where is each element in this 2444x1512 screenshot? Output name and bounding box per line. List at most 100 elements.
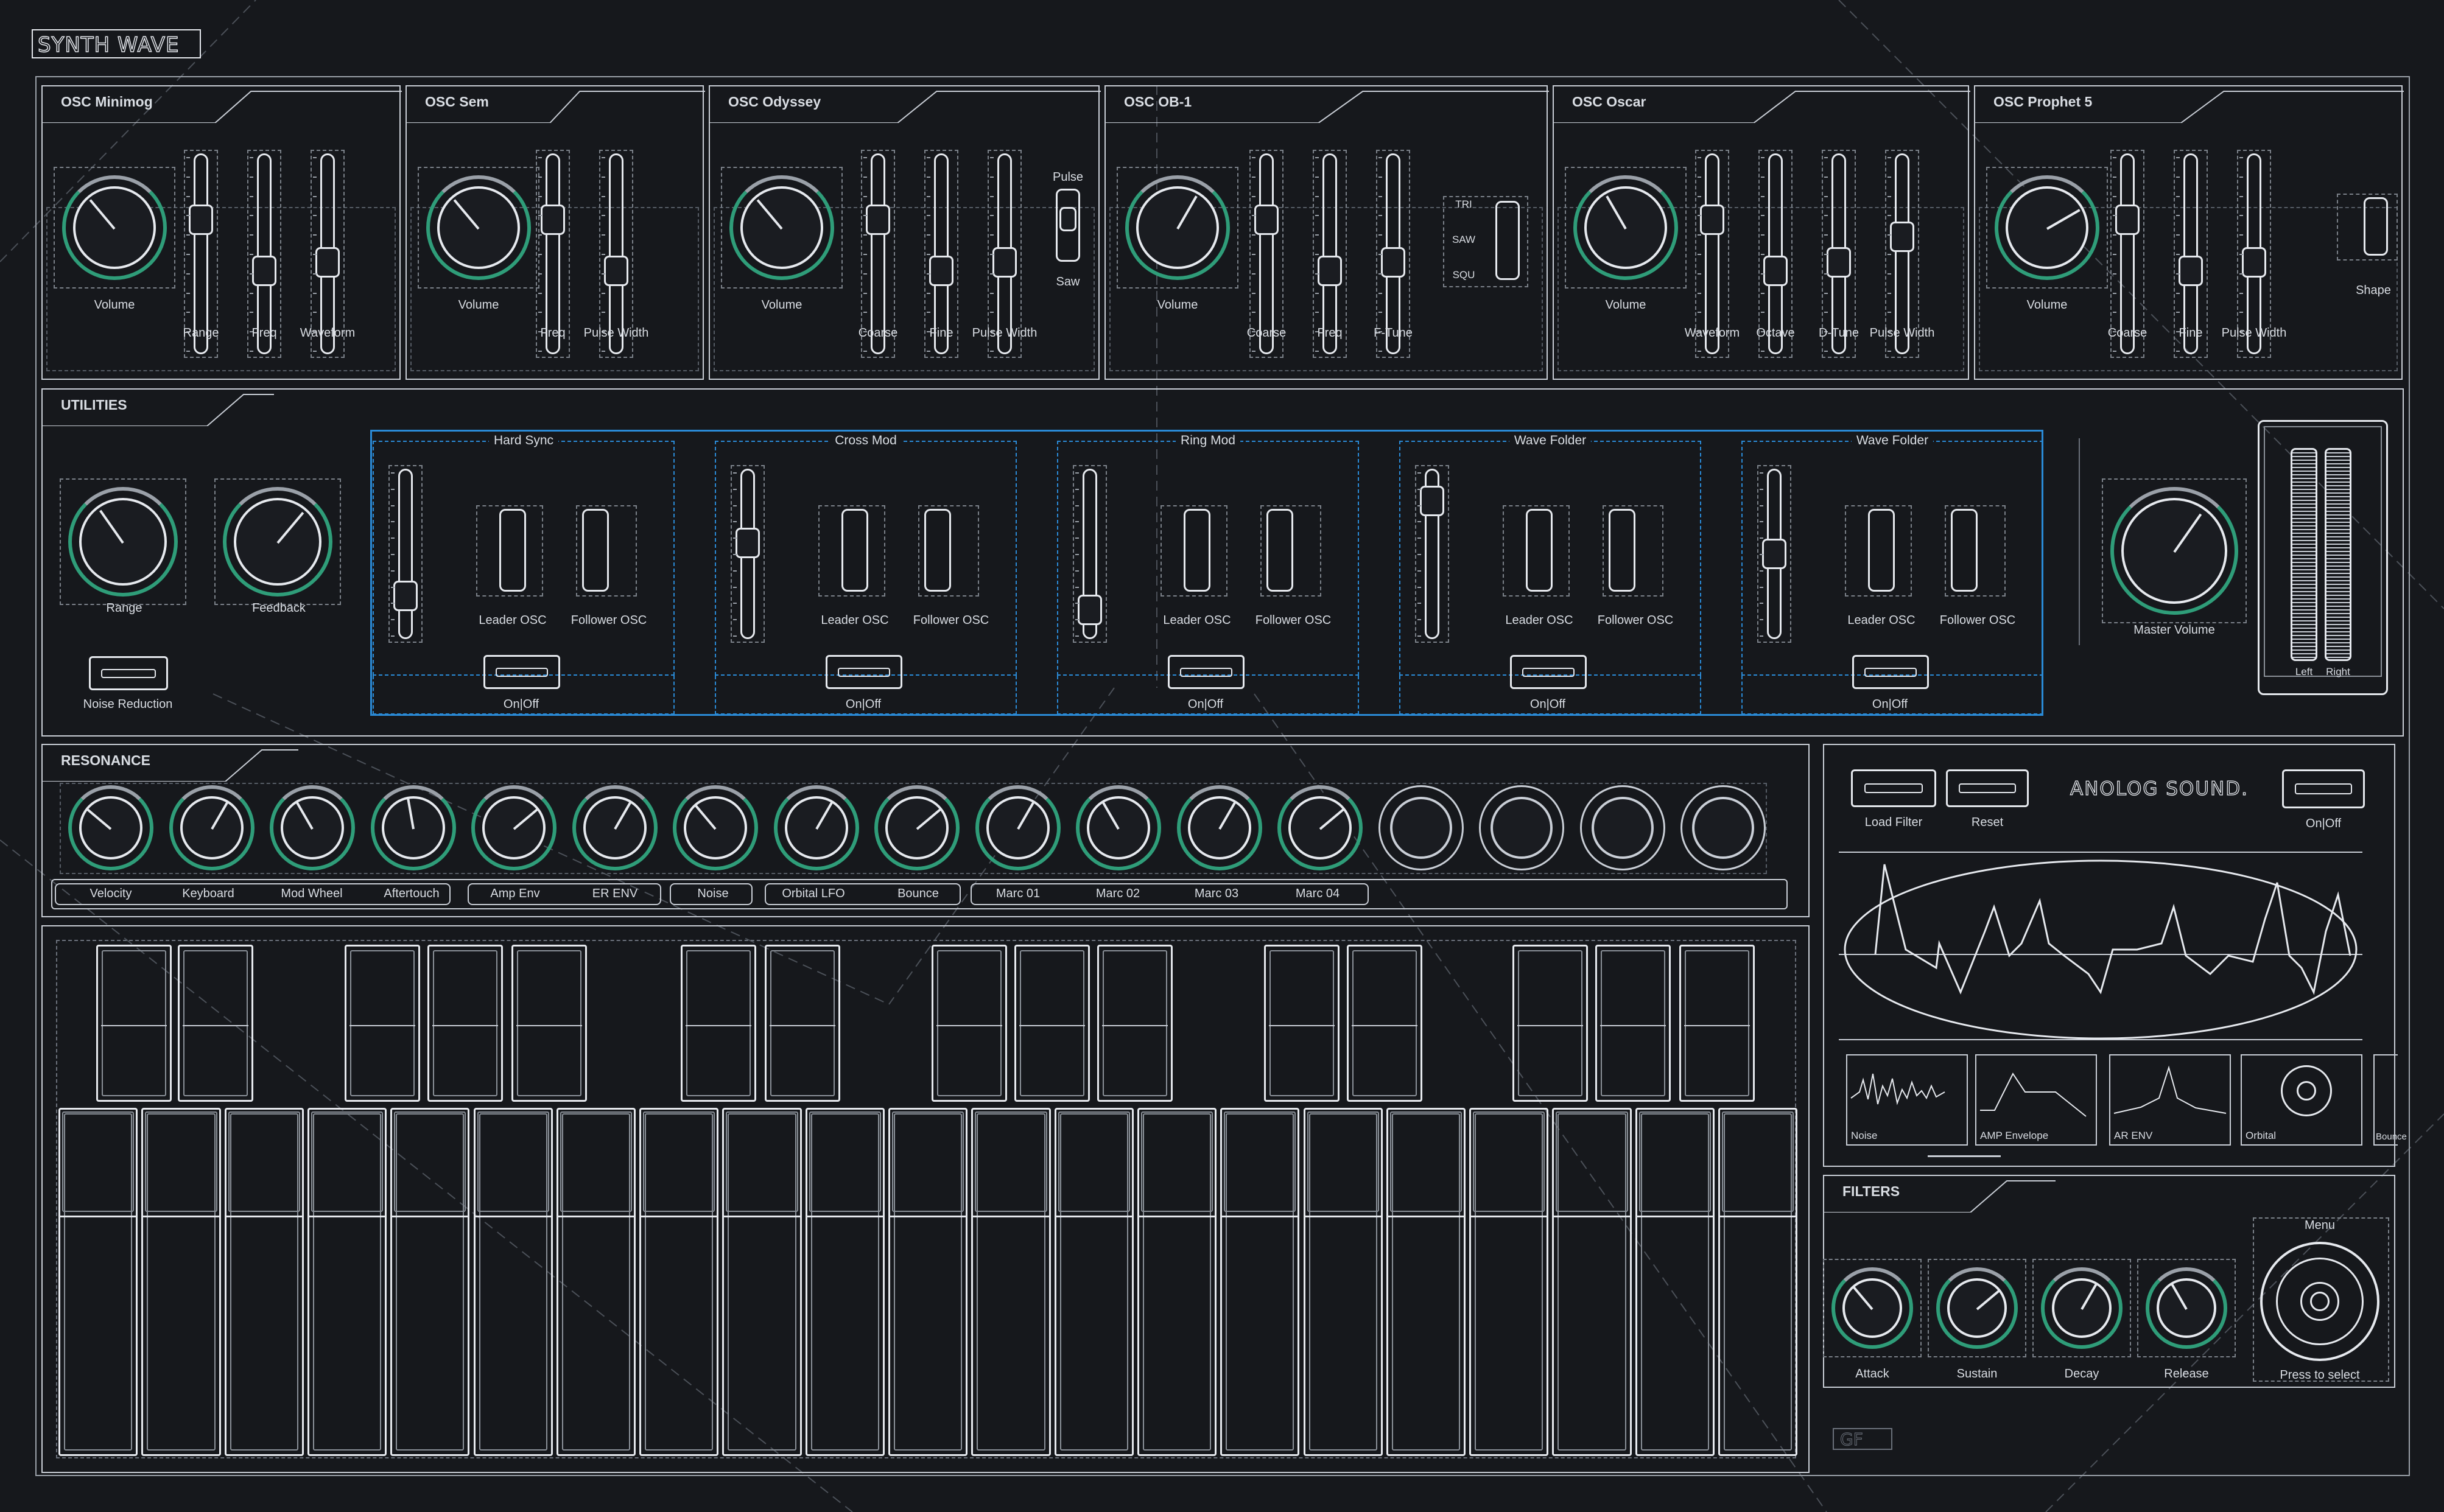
black-key[interactable]: [1512, 945, 1588, 1102]
display-power-button[interactable]: [2282, 769, 2365, 808]
osc-volume-knob[interactable]: [62, 175, 167, 280]
black-key[interactable]: [1347, 945, 1422, 1102]
leader-osc-switch[interactable]: [499, 509, 526, 592]
osc-slider[interactable]: [2183, 153, 2198, 354]
black-key[interactable]: [345, 945, 420, 1102]
resonance-knob[interactable]: [975, 785, 1061, 870]
osc-slider[interactable]: [609, 153, 623, 354]
menu-dial[interactable]: [2260, 1242, 2379, 1361]
osc-slider-thumb[interactable]: [929, 256, 953, 286]
osc-slider-thumb[interactable]: [604, 256, 628, 286]
follower-osc-switch[interactable]: [1609, 509, 1635, 592]
osc-slider[interactable]: [194, 153, 208, 354]
black-key[interactable]: [681, 945, 756, 1102]
resonance-knob[interactable]: [773, 785, 859, 870]
resonance-knob[interactable]: [874, 785, 960, 870]
filter-knob-decay[interactable]: [2041, 1267, 2123, 1349]
osc-slider[interactable]: [1259, 153, 1274, 354]
utility-toggle-button[interactable]: [1852, 655, 1929, 689]
black-key[interactable]: [511, 945, 587, 1102]
utility-toggle-button[interactable]: [826, 655, 902, 689]
osc-slider[interactable]: [257, 153, 272, 354]
utility-amount-slider-thumb[interactable]: [1762, 539, 1786, 569]
osc-slider-thumb[interactable]: [1763, 256, 1788, 286]
leader-osc-switch[interactable]: [1184, 509, 1210, 592]
black-key[interactable]: [178, 945, 253, 1102]
resonance-knob[interactable]: [471, 785, 557, 870]
resonance-knob[interactable]: [270, 785, 355, 870]
filter-thumbnail[interactable]: AMP Envelope: [1975, 1054, 2097, 1146]
osc-slider-thumb[interactable]: [1254, 205, 1279, 235]
resonance-knob[interactable]: [1680, 785, 1766, 870]
utility-amount-slider-thumb[interactable]: [1078, 595, 1102, 625]
osc-slider-thumb[interactable]: [1381, 247, 1405, 278]
leader-osc-switch[interactable]: [1526, 509, 1553, 592]
load-filter-button[interactable]: [1851, 769, 1936, 807]
black-key[interactable]: [1595, 945, 1671, 1102]
resonance-knob[interactable]: [370, 785, 456, 870]
resonance-knob[interactable]: [1176, 785, 1262, 870]
resonance-knob[interactable]: [673, 785, 758, 870]
utility-toggle-button[interactable]: [1168, 655, 1245, 689]
osc-slider[interactable]: [1768, 153, 1783, 354]
black-key[interactable]: [1679, 945, 1755, 1102]
black-key[interactable]: [765, 945, 840, 1102]
black-key[interactable]: [96, 945, 172, 1102]
filter-knob-sustain[interactable]: [1936, 1267, 2018, 1349]
follower-osc-switch[interactable]: [924, 509, 951, 592]
resonance-knob[interactable]: [1579, 785, 1665, 870]
black-key[interactable]: [1264, 945, 1340, 1102]
osc-slider-thumb[interactable]: [189, 205, 213, 235]
osc-slider-thumb[interactable]: [992, 247, 1017, 278]
leader-osc-switch[interactable]: [1868, 509, 1895, 592]
filter-thumbnail[interactable]: Noise: [1846, 1054, 1968, 1146]
filter-knob-release[interactable]: [2146, 1267, 2227, 1349]
follower-osc-switch[interactable]: [582, 509, 609, 592]
resonance-knob[interactable]: [1277, 785, 1363, 870]
master-volume-knob[interactable]: [2110, 487, 2238, 615]
follower-osc-switch[interactable]: [1951, 509, 1978, 592]
osc-slider[interactable]: [1322, 153, 1337, 354]
osc-slider-thumb[interactable]: [1827, 247, 1851, 278]
filter-thumbnail[interactable]: Bounce: [2373, 1054, 2407, 1146]
osc-slider[interactable]: [934, 153, 949, 354]
osc-slider-thumb[interactable]: [252, 256, 276, 286]
utility-toggle-button[interactable]: [1510, 655, 1587, 689]
follower-osc-switch[interactable]: [1266, 509, 1293, 592]
utility-amount-slider-thumb[interactable]: [736, 527, 760, 558]
resonance-knob[interactable]: [1378, 785, 1464, 870]
black-key[interactable]: [427, 945, 503, 1102]
osc-slider-thumb[interactable]: [866, 205, 890, 235]
osc-slider[interactable]: [546, 153, 560, 354]
reset-button[interactable]: [1946, 769, 2029, 807]
resonance-knob[interactable]: [68, 785, 153, 870]
osc-volume-knob[interactable]: [1573, 175, 1678, 280]
leader-osc-switch[interactable]: [841, 509, 868, 592]
filter-thumbnail[interactable]: AR ENV: [2109, 1054, 2231, 1146]
osc-slider[interactable]: [2120, 153, 2135, 354]
filter-thumbnail[interactable]: Orbital: [2241, 1054, 2362, 1146]
resonance-knob[interactable]: [1076, 785, 1161, 870]
utility-toggle-button[interactable]: [483, 655, 560, 689]
black-key[interactable]: [1097, 945, 1173, 1102]
osc-volume-knob[interactable]: [1125, 175, 1230, 280]
osc-slider[interactable]: [1705, 153, 1719, 354]
black-key[interactable]: [932, 945, 1007, 1102]
osc-slider-thumb[interactable]: [315, 247, 340, 278]
utility-amount-slider-thumb[interactable]: [393, 581, 418, 611]
resonance-knob[interactable]: [572, 785, 658, 870]
osc-slider-thumb[interactable]: [1318, 256, 1342, 286]
black-key[interactable]: [1014, 945, 1090, 1102]
osc-volume-knob[interactable]: [729, 175, 834, 280]
osc-slider-thumb[interactable]: [2179, 256, 2203, 286]
osc-slider[interactable]: [1895, 153, 1909, 354]
osc-slider-thumb[interactable]: [1700, 205, 1724, 235]
noise-reduction-button[interactable]: [89, 656, 168, 690]
osc-waveform-switch[interactable]: [1495, 201, 1520, 280]
filter-knob-attack[interactable]: [1831, 1267, 1913, 1349]
osc-slider-thumb[interactable]: [1890, 222, 1914, 252]
osc-slider-thumb[interactable]: [2242, 247, 2266, 278]
osc-slider-thumb[interactable]: [541, 205, 565, 235]
osc-slider[interactable]: [871, 153, 885, 354]
feedback-knob[interactable]: [223, 487, 332, 597]
